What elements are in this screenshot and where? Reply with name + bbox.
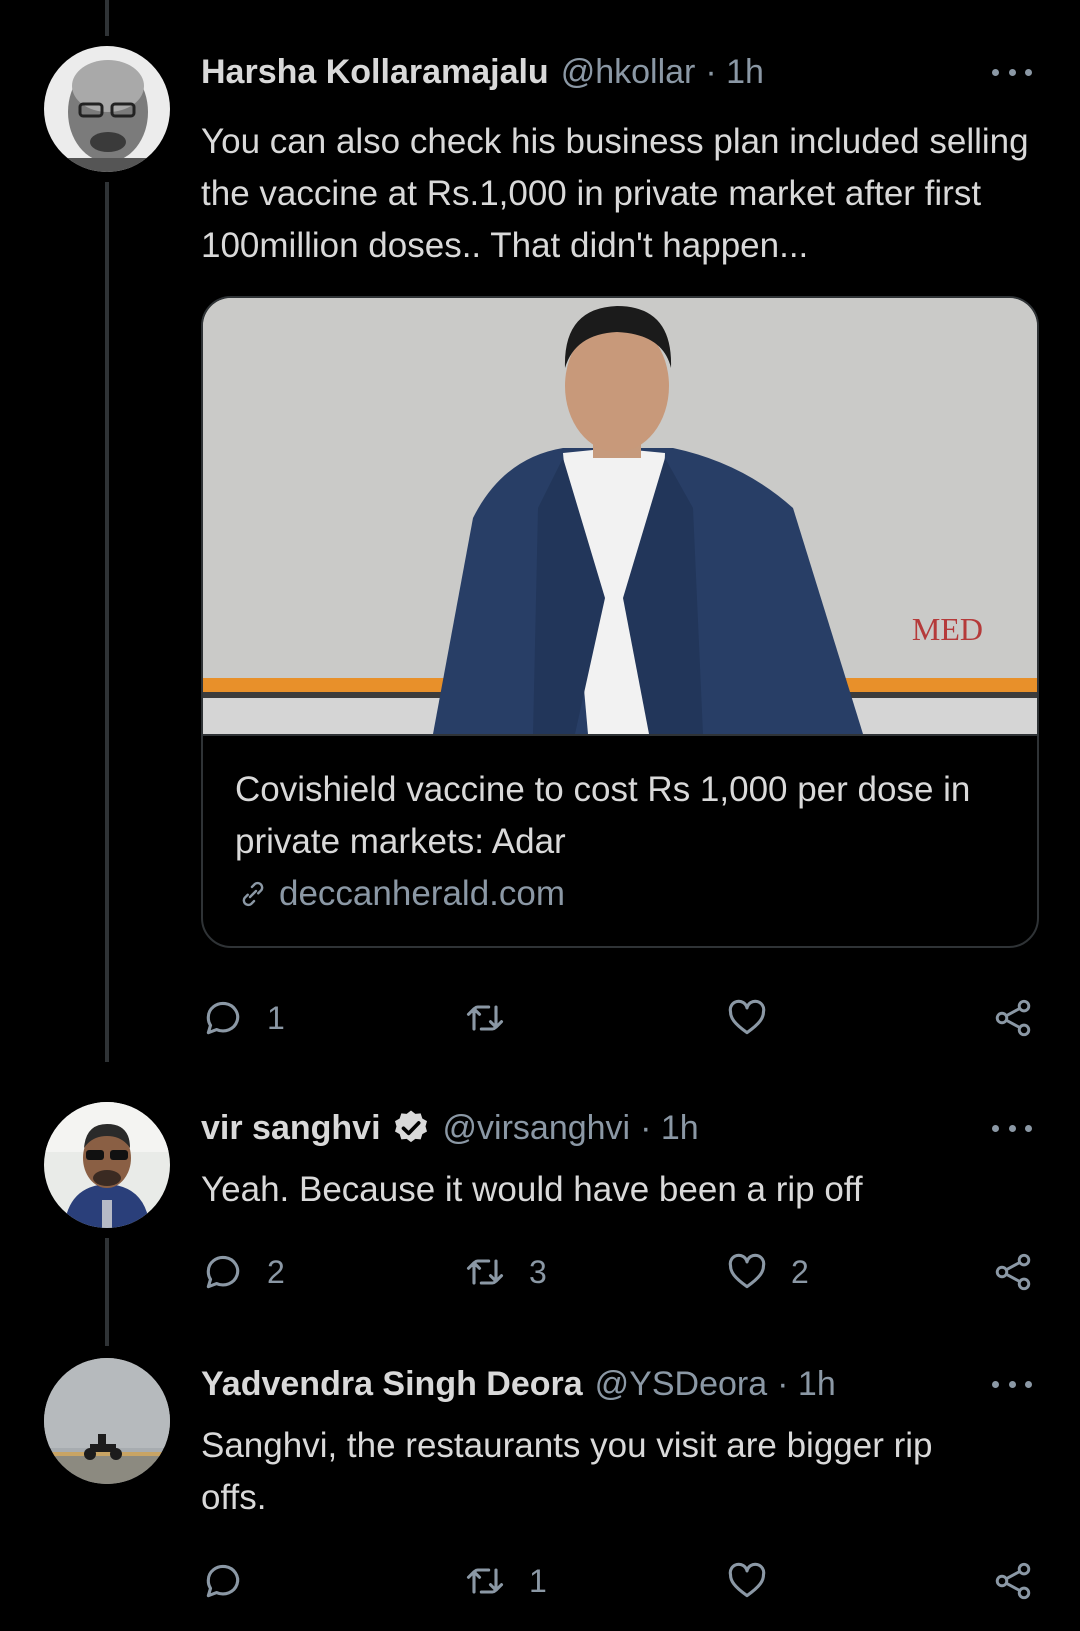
more-icon[interactable] [992,1358,1032,1410]
timestamp[interactable]: · 1h [705,53,764,92]
like-button[interactable]: 2 [725,1244,809,1300]
reply-icon [206,1001,240,1035]
link-card[interactable]: MED Covishield vaccine to cost Rs 1,000 … [201,296,1039,948]
retweet-icon [466,1259,504,1285]
tweet-text: Sanghvi, the restaurants you visit are b… [201,1426,933,1517]
tweet-header: Yadvendra Singh Deora @YSDeora · 1h [201,1358,1032,1410]
verified-badge-icon [394,1110,427,1143]
author-handle[interactable]: @virsanghvi [443,1109,631,1148]
avatar-virsanghvi[interactable] [44,1102,170,1228]
reply-count: 2 [267,1253,285,1290]
tweet-2-actions: 2 3 2 [201,1244,1035,1300]
card-title: Covishield vaccine to cost Rs 1,000 per … [235,770,971,861]
retweet-button[interactable]: 1 [463,1553,547,1609]
reply-button[interactable]: 1 [201,990,285,1046]
reply-icon [206,1564,240,1598]
link-icon [242,881,264,907]
avatar-ysdeora[interactable] [44,1358,170,1484]
thread-line-2 [105,1238,109,1346]
tweet-header: vir sanghvi @virsanghvi · 1h [201,1102,1032,1154]
card-domain-text: deccanherald.com [279,874,565,913]
retweet-icon [466,1005,504,1031]
share-icon [995,999,1031,1037]
retweet-count: 3 [529,1253,547,1290]
author-name[interactable]: vir sanghvi [201,1109,381,1148]
retweet-icon [466,1568,504,1594]
retweet-button[interactable] [463,990,529,1046]
heart-icon [728,999,766,1035]
card-domain: deccanherald.com [235,874,1005,914]
timestamp[interactable]: · 1h [640,1109,699,1148]
reply-count: 1 [267,999,285,1036]
reply-button[interactable] [201,1553,267,1609]
reply-icon [206,1255,240,1289]
thread-line-top [105,0,109,36]
like-button[interactable] [725,990,791,1046]
card-image: MED [203,298,1037,736]
like-button[interactable] [725,1553,791,1609]
author-handle[interactable]: @hkollar [561,53,696,92]
tweet-header: Harsha Kollaramajalu @hkollar · 1h [201,46,1032,98]
share-button[interactable] [991,1244,1035,1300]
tweet-3-actions: 1 [201,1553,1035,1609]
share-icon [995,1562,1031,1600]
author-name[interactable]: Harsha Kollaramajalu [201,53,549,92]
card-image-caption: MED [912,611,983,647]
retweet-button[interactable]: 3 [463,1244,547,1300]
timestamp[interactable]: · 1h [777,1365,836,1404]
share-button[interactable] [991,990,1035,1046]
like-count: 2 [791,1253,809,1290]
tweet-1-actions: 1 [201,990,1035,1046]
retweet-count: 1 [529,1562,547,1599]
share-button[interactable] [991,1553,1035,1609]
thread-line-1 [105,182,109,1062]
more-icon[interactable] [992,46,1032,98]
more-icon[interactable] [992,1102,1032,1154]
tweet-text: Yeah. Because it would have been a rip o… [201,1170,863,1209]
heart-icon [728,1562,766,1598]
author-name[interactable]: Yadvendra Singh Deora [201,1365,583,1404]
share-icon [995,1253,1031,1291]
avatar-hkollar[interactable] [44,46,170,172]
reply-button[interactable]: 2 [201,1244,285,1300]
tweet-text: You can also check his business plan inc… [201,122,1029,265]
heart-icon [728,1253,766,1289]
author-handle[interactable]: @YSDeora [595,1365,767,1404]
